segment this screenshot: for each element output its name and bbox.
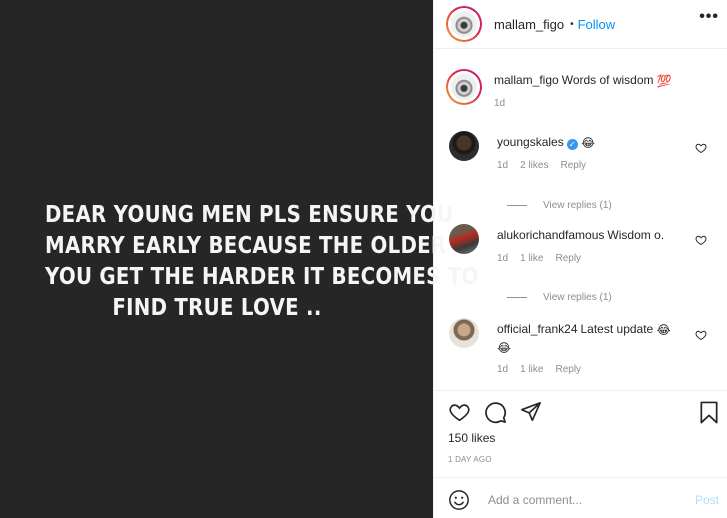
action-bar	[448, 400, 719, 424]
divider	[434, 477, 727, 478]
post-sidebar: mallam_figo • Follow ••• mallam_figo Word…	[433, 0, 727, 518]
comment-likes[interactable]: 2 likes	[520, 160, 548, 171]
avatar-image	[451, 11, 477, 37]
comment-text: Wisdom o.	[607, 228, 665, 242]
view-replies-button[interactable]: View replies (1)	[507, 279, 715, 315]
image-text-line: YOU GET THE HARDER IT BECOMES TO	[44, 264, 479, 290]
more-icon[interactable]: •••	[699, 8, 719, 26]
comments-list[interactable]: mallam_figo Words of wisdom 💯 1d youngska…	[434, 49, 727, 385]
author-username[interactable]: mallam_figo	[494, 17, 564, 32]
comment-likes[interactable]: 1 like	[520, 253, 543, 264]
comment-time[interactable]: 1d	[497, 364, 508, 375]
caption-time[interactable]: 1d	[494, 98, 505, 109]
view-replies-label: View replies (1)	[543, 199, 612, 211]
comment-text: 😂	[581, 136, 596, 150]
comment-icon[interactable]	[484, 401, 507, 424]
post-button[interactable]: Post	[695, 493, 719, 507]
comment-time[interactable]: 1d	[497, 253, 508, 264]
comment-username[interactable]: official_frank24	[497, 322, 578, 336]
image-text-line: DEAR YOUNG MEN PLS ENSURE YOU	[44, 202, 453, 228]
commenter-avatar[interactable]	[449, 318, 479, 348]
likes-count[interactable]: 150 likes	[448, 431, 495, 445]
image-text-line: FIND TRUE LOVE ..	[111, 295, 322, 321]
comment-username[interactable]: alukorichandfamous	[497, 228, 604, 242]
add-comment-bar: Post	[448, 487, 719, 513]
verified-badge-icon: ✓	[566, 139, 578, 150]
reply-button[interactable]: Reply	[560, 160, 586, 171]
follow-button[interactable]: Follow	[578, 17, 616, 32]
laughing-emoji: 😂	[497, 341, 512, 355]
laughing-emoji: 😂	[656, 323, 671, 337]
heart-icon[interactable]	[695, 234, 707, 246]
post-caption: mallam_figo Words of wisdom 💯 1d	[446, 49, 715, 131]
view-replies-label: View replies (1)	[543, 291, 612, 303]
header-separator: •	[570, 18, 574, 30]
comment-item: official_frank24 Latest update 😂 😂 1d 1 l…	[446, 315, 715, 385]
post-header: mallam_figo • Follow •••	[434, 0, 727, 49]
replies-line	[507, 204, 527, 206]
author-avatar[interactable]	[446, 6, 482, 42]
post-time[interactable]: 1 DAY AGO	[448, 455, 492, 464]
divider	[434, 390, 727, 391]
bookmark-icon[interactable]	[699, 401, 719, 424]
comment-time[interactable]: 1d	[497, 160, 508, 171]
reply-button[interactable]: Reply	[555, 364, 581, 375]
image-text-line: MARRY EARLY BECAUSE THE OLDER	[44, 233, 446, 259]
view-replies-button[interactable]: View replies (1)	[507, 187, 715, 223]
comment-input[interactable]	[488, 493, 687, 507]
comment-username[interactable]: youngskales	[497, 135, 564, 149]
post-modal: DEAR YOUNG MEN PLS ENSURE YOU MARRY EARL…	[0, 0, 727, 518]
heart-icon[interactable]	[448, 401, 471, 423]
commenter-avatar[interactable]	[449, 131, 479, 161]
post-image-text: DEAR YOUNG MEN PLS ENSURE YOU MARRY EARL…	[44, 200, 479, 324]
comment-text: Latest update	[580, 322, 654, 336]
hundred-emoji: 💯	[656, 74, 672, 88]
post-image[interactable]: DEAR YOUNG MEN PLS ENSURE YOU MARRY EARL…	[0, 0, 479, 518]
heart-icon[interactable]	[695, 142, 707, 154]
comment-likes[interactable]: 1 like	[520, 364, 543, 375]
share-icon[interactable]	[520, 401, 542, 423]
caption-username[interactable]: mallam_figo	[494, 73, 559, 87]
reply-button[interactable]: Reply	[555, 253, 581, 264]
commenter-avatar[interactable]	[449, 224, 479, 254]
caption-avatar[interactable]	[446, 69, 482, 105]
replies-line	[507, 296, 527, 298]
comment-item: youngskales ✓ 😂 1d 2 likes Reply	[446, 131, 715, 187]
caption-text: Words of wisdom	[561, 73, 654, 87]
comment-item: alukorichandfamous Wisdom o. 1d 1 like Re…	[446, 223, 715, 279]
avatar-image	[451, 74, 477, 100]
smile-icon[interactable]	[448, 489, 470, 511]
heart-icon[interactable]	[695, 329, 707, 341]
